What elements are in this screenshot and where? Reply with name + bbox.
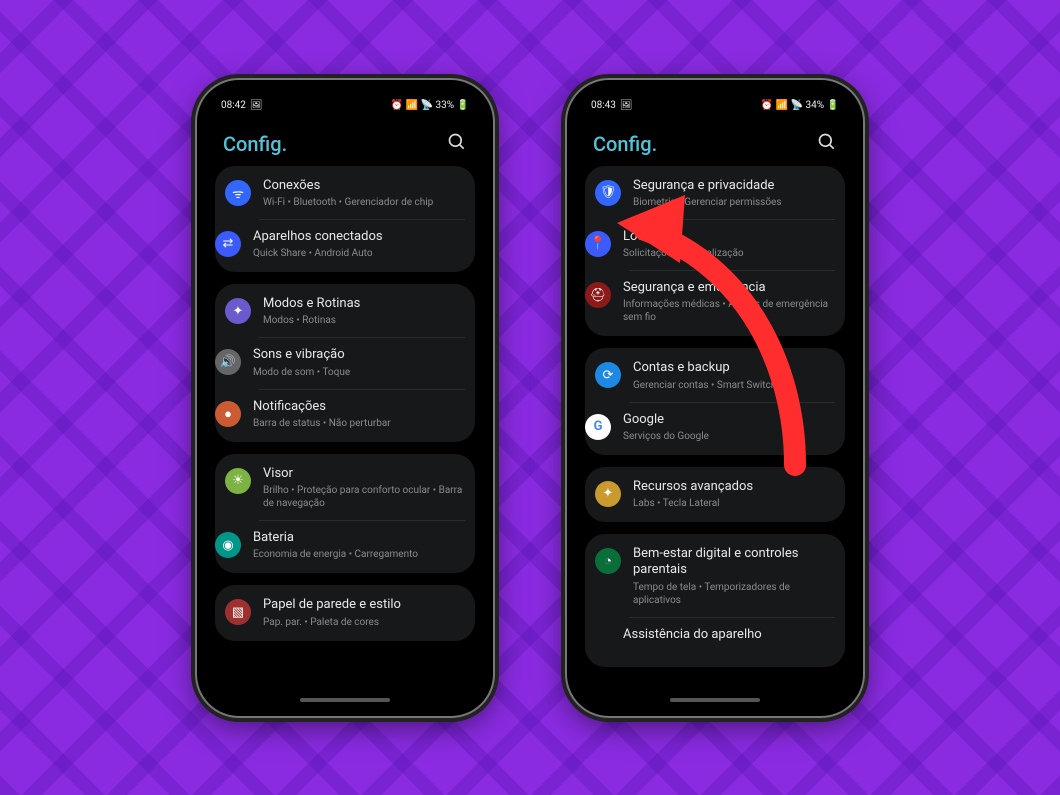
settings-item-assistencia-do-aparelho[interactable]: Assistência do aparelho: [585, 617, 845, 667]
item-subtitle: Barra de status • Não perturbar: [253, 417, 465, 430]
item-title: Conexões: [263, 178, 465, 194]
item-subtitle: Serviços do Google: [623, 430, 835, 443]
item-title: Bateria: [253, 530, 465, 546]
phone-left: 08:42 🖼 ⏰ 📶 📡 33% 🔋 Config. ᯤ Conexões W…: [195, 78, 495, 718]
status-time: 08:43: [591, 100, 616, 111]
settings-item-modos-e-rotinas[interactable]: ✦ Modos e Rotinas Modos • Rotinas: [215, 284, 475, 337]
header: Config.: [575, 118, 855, 166]
settings-list[interactable]: ᯤ Conexões Wi-Fi • Bluetooth • Gerenciad…: [205, 166, 485, 708]
item-title: Notificações: [253, 399, 465, 415]
google-icon: G: [585, 414, 611, 440]
wallpaper-icon: ▧: [225, 599, 251, 625]
item-title: Recursos avançados: [633, 479, 835, 495]
search-icon[interactable]: [447, 132, 467, 156]
item-subtitle: Wi-Fi • Bluetooth • Gerenciador de chip: [263, 196, 465, 209]
status-time: 08:42: [221, 100, 246, 111]
settings-item-local[interactable]: 📍 Local Solicitações de localização: [585, 219, 845, 270]
settings-group: ▧ Papel de parede e estilo Pap. par. • P…: [215, 585, 475, 640]
status-icons: ⏰ 📶 📡 33% 🔋: [391, 100, 469, 111]
sound-icon: 🔊: [215, 349, 241, 375]
page-title: Config.: [223, 132, 287, 156]
item-subtitle: Biometria • Gerenciar permissões: [633, 196, 835, 209]
devices-icon: ⇄: [215, 231, 241, 257]
item-subtitle: Economia de energia • Carregamento: [253, 548, 465, 561]
item-subtitle: Modos • Rotinas: [263, 314, 465, 327]
item-title: Contas e backup: [633, 360, 835, 376]
settings-item-google[interactable]: G Google Serviços do Google: [585, 402, 845, 455]
bell-icon: ●: [215, 401, 241, 427]
item-subtitle: Brilho • Proteção para conforto ocular •…: [263, 484, 465, 510]
item-subtitle: Labs • Tecla Lateral: [633, 497, 835, 510]
settings-group: ⟳ Contas e backup Gerenciar contas • Sma…: [585, 348, 845, 455]
settings-group: ☀ Visor Brilho • Proteção para conforto …: [215, 454, 475, 574]
settings-item-aparelhos-conectados[interactable]: ⇄ Aparelhos conectados Quick Share • And…: [215, 219, 475, 272]
settings-item-bem-estar-digital[interactable]: ◔ Bem-estar digital e controles parentai…: [585, 534, 845, 617]
header: Config.: [205, 118, 485, 166]
battery-icon: ◉: [215, 532, 241, 558]
display-icon: ☀: [225, 468, 251, 494]
item-subtitle: Modo de som • Toque: [253, 366, 465, 379]
screenshot-icon: 🖼: [620, 100, 633, 111]
screen-left: 08:42 🖼 ⏰ 📶 📡 33% 🔋 Config. ᯤ Conexões W…: [205, 88, 485, 708]
status-bar: 08:42 🖼 ⏰ 📶 📡 33% 🔋: [205, 94, 485, 118]
item-subtitle: Solicitações de localização: [623, 247, 835, 260]
settings-list[interactable]: 🛡 Segurança e privacidade Biometria • Ge…: [575, 166, 855, 708]
settings-item-sons-e-vibracao[interactable]: 🔊 Sons e vibração Modo de som • Toque: [215, 337, 475, 388]
item-title: Bem-estar digital e controles parentais: [633, 546, 835, 579]
settings-item-contas-e-backup[interactable]: ⟳ Contas e backup Gerenciar contas • Sma…: [585, 348, 845, 401]
settings-item-recursos-avancados[interactable]: ✦ Recursos avançados Labs • Tecla Latera…: [585, 467, 845, 522]
item-title: Google: [623, 412, 835, 428]
item-title: Segurança e privacidade: [633, 178, 835, 194]
item-title: Assistência do aparelho: [623, 627, 835, 643]
item-title: Local: [623, 229, 835, 245]
page-title: Config.: [593, 132, 657, 156]
wifi-icon: ᯤ: [225, 180, 251, 206]
settings-item-visor[interactable]: ☀ Visor Brilho • Proteção para conforto …: [215, 454, 475, 520]
settings-group: ✦ Modos e Rotinas Modos • Rotinas 🔊 Sons…: [215, 284, 475, 442]
backup-icon: ⟳: [595, 362, 621, 388]
phone-right: 08:43 🖼 ⏰ 📶 📡 34% 🔋 Config. 🛡 Segurança …: [565, 78, 865, 718]
item-subtitle: Quick Share • Android Auto: [253, 247, 465, 260]
screenshot-icon: 🖼: [250, 100, 263, 111]
item-title: Modos e Rotinas: [263, 296, 465, 312]
settings-item-notificacoes[interactable]: ● Notificações Barra de status • Não per…: [215, 389, 475, 442]
search-icon[interactable]: [817, 132, 837, 156]
settings-item-papel-de-parede[interactable]: ▧ Papel de parede e estilo Pap. par. • P…: [215, 585, 475, 640]
location-icon: 📍: [585, 231, 611, 257]
settings-item-seguranca-e-privacidade[interactable]: 🛡 Segurança e privacidade Biometria • Ge…: [585, 166, 845, 219]
settings-group: ✦ Recursos avançados Labs • Tecla Latera…: [585, 467, 845, 522]
settings-item-conexoes[interactable]: ᯤ Conexões Wi-Fi • Bluetooth • Gerenciad…: [215, 166, 475, 219]
routine-icon: ✦: [225, 298, 251, 324]
settings-item-bateria[interactable]: ◉ Bateria Economia de energia • Carregam…: [215, 520, 475, 573]
settings-group: ◔ Bem-estar digital e controles parentai…: [585, 534, 845, 667]
item-subtitle: Tempo de tela • Temporizadores de aplica…: [633, 581, 835, 607]
item-subtitle: Pap. par. • Paleta de cores: [263, 616, 465, 629]
item-subtitle: Informações médicas • Alertas de emergên…: [623, 298, 835, 324]
settings-group: 🛡 Segurança e privacidade Biometria • Ge…: [585, 166, 845, 337]
screen-right: 08:43 🖼 ⏰ 📶 📡 34% 🔋 Config. 🛡 Segurança …: [575, 88, 855, 708]
shield-icon: 🛡: [595, 180, 621, 206]
item-title: Sons e vibração: [253, 347, 465, 363]
status-icons: ⏰ 📶 📡 34% 🔋: [761, 100, 839, 111]
gesture-bar[interactable]: [300, 698, 390, 702]
gesture-bar[interactable]: [670, 698, 760, 702]
item-title: Segurança e emergência: [623, 280, 835, 296]
settings-group: ᯤ Conexões Wi-Fi • Bluetooth • Gerenciad…: [215, 166, 475, 273]
status-bar: 08:43 🖼 ⏰ 📶 📡 34% 🔋: [575, 94, 855, 118]
wellbeing-icon: ◔: [595, 548, 621, 574]
labs-icon: ✦: [595, 481, 621, 507]
item-title: Visor: [263, 466, 465, 482]
item-title: Aparelhos conectados: [253, 229, 465, 245]
item-subtitle: Gerenciar contas • Smart Switch: [633, 379, 835, 392]
settings-item-seguranca-e-emergencia[interactable]: ⛑ Segurança e emergência Informações méd…: [585, 270, 845, 336]
item-title: Papel de parede e estilo: [263, 597, 465, 613]
siren-icon: ⛑: [585, 282, 611, 308]
